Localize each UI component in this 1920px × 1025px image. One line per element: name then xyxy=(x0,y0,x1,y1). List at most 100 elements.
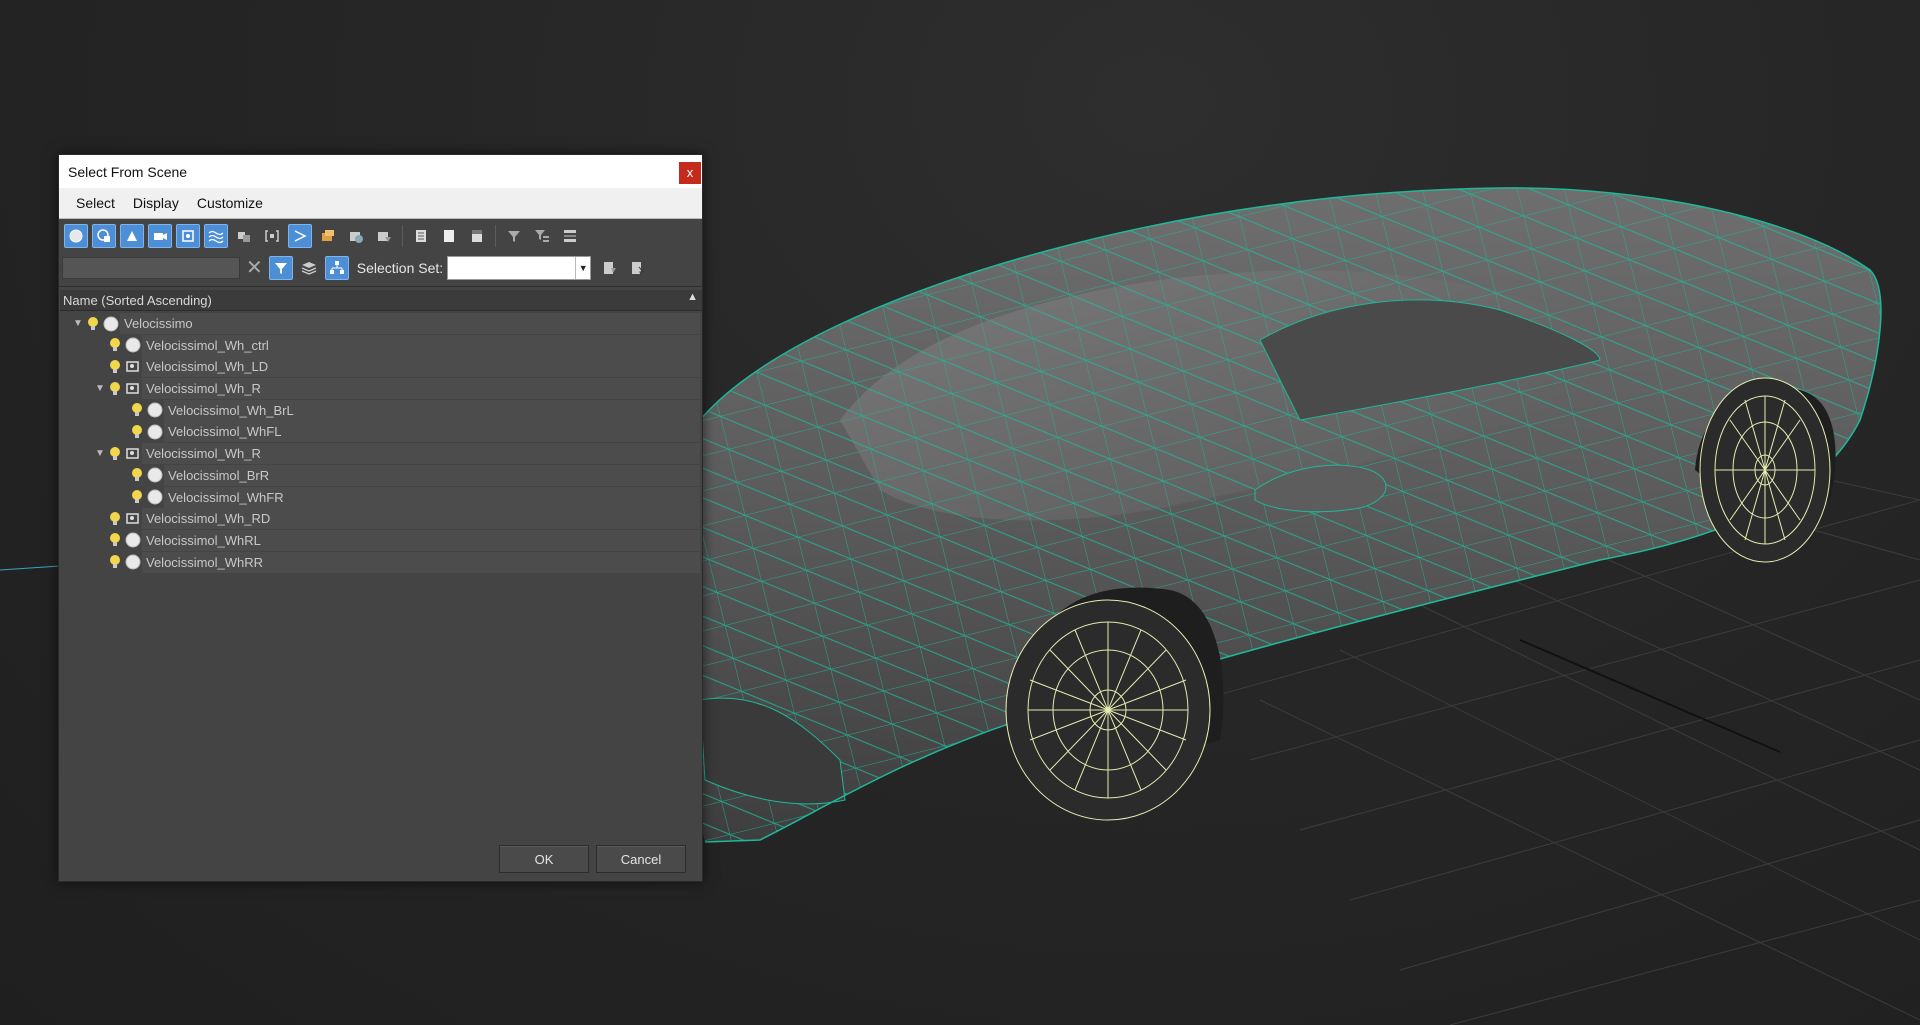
helper-icon xyxy=(125,381,141,397)
collapse-panel-icon[interactable] xyxy=(558,224,582,248)
edit-selection-set-icon[interactable] xyxy=(597,256,621,280)
search-input[interactable] xyxy=(62,257,240,279)
object-name: Velocissimol_Wh_LD xyxy=(146,359,269,375)
object-name: Velocissimol_BrR xyxy=(168,467,270,483)
lightbulb-icon[interactable] xyxy=(108,445,122,463)
display-none-icon[interactable] xyxy=(437,224,461,248)
bone-filter-icon[interactable] xyxy=(288,224,312,248)
selection-set-dropdown[interactable]: ▼ xyxy=(447,256,592,280)
sphere-icon xyxy=(147,489,163,505)
filter-toolbar xyxy=(59,219,702,253)
name-column-header[interactable]: Name (Sorted Ascending) ▲ xyxy=(60,290,702,311)
select-from-set-icon[interactable] xyxy=(625,256,649,280)
object-name: Velocissimo xyxy=(124,316,193,331)
object-name: Velocissimol_Wh_RD xyxy=(146,511,271,527)
sphere-icon xyxy=(103,316,119,332)
dialog-footer: OK Cancel xyxy=(59,835,702,881)
tree-row[interactable]: ▼ Velocissimol_Wh_R xyxy=(60,443,700,465)
chevron-down-icon: ▼ xyxy=(575,257,590,279)
object-name: Velocissimol_WhRR xyxy=(146,554,264,570)
search-toolbar: ✕ Selection Set: ▼ xyxy=(59,253,702,283)
tree-row[interactable]: Velocissimol_Wh_BrL xyxy=(60,399,700,421)
row-highlight xyxy=(120,313,700,334)
object-name: Velocissimol_WhRL xyxy=(146,532,261,548)
display-invert-icon[interactable] xyxy=(465,224,489,248)
sort-ascending-icon: ▲ xyxy=(687,291,698,303)
helper-icon xyxy=(125,511,141,527)
shapes-filter-icon[interactable] xyxy=(92,224,116,248)
sphere-icon xyxy=(125,554,141,570)
layers-icon[interactable] xyxy=(297,256,321,280)
tree-row[interactable]: Velocissimol_Wh_ctrl xyxy=(60,334,700,356)
tree-row[interactable]: Velocissimol_Wh_RD xyxy=(60,508,700,530)
front-wheel xyxy=(1005,599,1211,821)
xrefs-filter-icon[interactable] xyxy=(260,224,284,248)
expand-arrow-icon[interactable]: ▼ xyxy=(92,383,108,394)
lightbulb-icon[interactable] xyxy=(108,358,122,376)
tree-row[interactable]: Velocissimol_WhFL xyxy=(60,421,700,443)
lightbulb-icon[interactable] xyxy=(108,531,122,549)
rear-wheel xyxy=(1699,377,1831,563)
menu-bar: Select Display Customize xyxy=(59,188,702,219)
helper-icon xyxy=(125,446,141,462)
filter-hierarchy-icon[interactable] xyxy=(530,224,554,248)
hidden-filter-icon[interactable] xyxy=(372,224,396,248)
ok-button[interactable]: OK xyxy=(499,845,589,873)
name-column-label: Name (Sorted Ascending) xyxy=(63,292,212,308)
scene-object-list[interactable]: Name (Sorted Ascending) ▲ ▼ Velocissimo Ve… xyxy=(59,286,702,836)
tree-row[interactable]: Velocissimol_BrR xyxy=(60,464,700,486)
sphere-icon xyxy=(147,467,163,483)
tree-row[interactable]: Velocissimol_WhRR xyxy=(60,551,700,573)
spacewarps-filter-icon[interactable] xyxy=(204,224,228,248)
cameras-filter-icon[interactable] xyxy=(148,224,172,248)
expand-arrow-icon[interactable]: ▼ xyxy=(92,448,108,459)
helper-icon xyxy=(125,359,141,375)
toolbar-separator xyxy=(402,225,403,247)
clear-search-icon[interactable]: ✕ xyxy=(246,258,263,278)
dialog-title: Select From Scene xyxy=(68,163,188,180)
menu-display[interactable]: Display xyxy=(124,195,188,211)
axis-line-left xyxy=(0,565,61,571)
select-from-scene-dialog: Select From Scene x Select Display Custo… xyxy=(58,154,703,882)
lightbulb-icon[interactable] xyxy=(130,488,144,506)
sphere-icon xyxy=(125,532,141,548)
lightbulb-icon[interactable] xyxy=(108,553,122,571)
sphere-icon xyxy=(147,424,163,440)
menu-customize[interactable]: Customize xyxy=(188,195,272,211)
groups-filter-icon[interactable] xyxy=(232,224,256,248)
object-name: Velocissimol_WhFL xyxy=(168,424,282,440)
close-button[interactable]: x xyxy=(679,162,701,184)
object-name: Velocissimol_Wh_ctrl xyxy=(146,337,269,353)
tree-row[interactable]: ▼ Velocissimo xyxy=(60,313,700,334)
tree-row[interactable]: ▼ Velocissimol_Wh_R xyxy=(60,378,700,400)
tree-row[interactable]: Velocissimol_WhFR xyxy=(60,486,700,508)
frozen-filter-icon[interactable] xyxy=(344,224,368,248)
lightbulb-icon[interactable] xyxy=(108,380,122,398)
tree-row[interactable]: Velocissimol_Wh_LD xyxy=(60,356,700,378)
hierarchy-icon[interactable] xyxy=(324,256,349,280)
lightbulb-icon[interactable] xyxy=(130,423,144,441)
lightbulb-icon[interactable] xyxy=(130,466,144,484)
object-name: Velocissimol_Wh_BrL xyxy=(168,402,294,418)
menu-select[interactable]: Select xyxy=(67,195,124,211)
lightbulb-icon[interactable] xyxy=(130,401,144,419)
cancel-button[interactable]: Cancel xyxy=(596,845,686,873)
sphere-icon xyxy=(125,337,141,353)
lights-filter-icon[interactable] xyxy=(120,224,144,248)
filter-icon[interactable] xyxy=(502,224,526,248)
lightbulb-icon[interactable] xyxy=(86,315,100,333)
helpers-filter-icon[interactable] xyxy=(176,224,200,248)
toolbar-separator xyxy=(495,225,496,247)
find-case-sensitive-icon[interactable] xyxy=(268,256,293,280)
object-name: Velocissimol_Wh_R xyxy=(146,446,261,462)
dialog-titlebar[interactable]: Select From Scene x xyxy=(59,155,702,188)
tree-row[interactable]: Velocissimol_WhRL xyxy=(60,529,700,551)
expand-arrow-icon[interactable]: ▼ xyxy=(70,318,86,329)
object-name: Velocissimol_Wh_R xyxy=(146,381,261,397)
display-all-icon[interactable] xyxy=(409,224,433,248)
geometry-filter-icon[interactable] xyxy=(64,224,88,248)
lightbulb-icon[interactable] xyxy=(108,510,122,528)
containers-filter-icon[interactable] xyxy=(316,224,340,248)
object-name: Velocissimol_WhFR xyxy=(168,489,284,505)
lightbulb-icon[interactable] xyxy=(108,336,122,354)
